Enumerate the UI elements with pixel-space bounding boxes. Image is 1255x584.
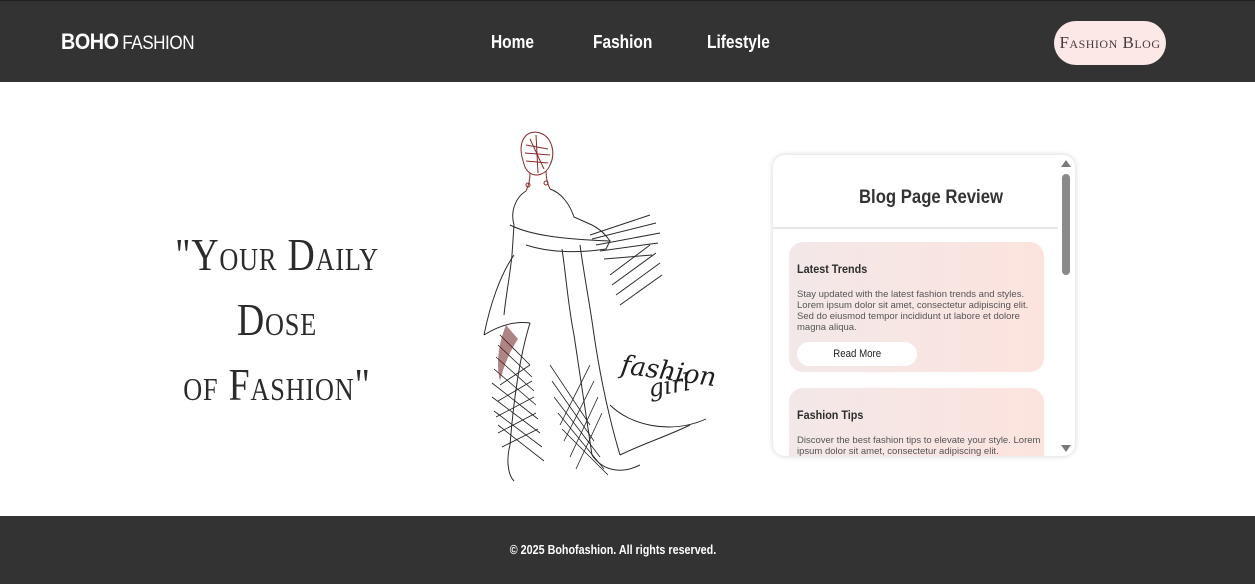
sketch-body	[483, 188, 691, 482]
nav-fashion-link[interactable]: Fashion	[593, 32, 652, 53]
nav-lifestyle-link[interactable]: Lifestyle	[707, 32, 770, 53]
scroll-down-arrow-icon[interactable]	[1061, 445, 1071, 452]
card-text: Discover the best fashion tips to elevat…	[797, 435, 1041, 456]
scroll-up-arrow-icon[interactable]	[1061, 160, 1071, 167]
sketch-skirt-hatching	[491, 334, 609, 476]
blog-card: Fashion Tips Discover the best fashion t…	[789, 388, 1044, 456]
panel-title: Blog Page Review	[858, 187, 1004, 208]
scroll-thumb[interactable]	[1062, 174, 1070, 275]
panel-scrollbar[interactable]	[1059, 157, 1073, 455]
hero-quote-line-1: "Your Daily Dose	[175, 229, 379, 345]
fashion-sketch-illustration: fashion girl	[483, 131, 718, 482]
sketch-head	[520, 131, 554, 192]
sketch-caption-line-2: girl	[646, 368, 692, 403]
read-more-label: Read More	[833, 348, 881, 360]
blog-card: Latest Trends Stay updated with the late…	[789, 242, 1044, 372]
nav-home-link[interactable]: Home	[491, 32, 534, 53]
fashion-blog-button[interactable]: Fashion Blog	[1054, 21, 1166, 65]
card-text: Stay updated with the latest fashion tre…	[797, 289, 1029, 333]
hero-quote: "Your Daily Dose of Fashion"	[148, 222, 405, 417]
card-title: Fashion Tips	[797, 408, 864, 422]
site-header: BOHO FASHION Home Fashion Lifestyle Fashi…	[0, 0, 1255, 82]
read-more-button[interactable]: Read More	[797, 342, 917, 366]
sketch-shadow	[498, 325, 518, 381]
footer-copyright: © 2025 Bohofashion. All rights reserved.	[509, 543, 717, 557]
sketch-caption-swash	[609, 404, 707, 428]
card-title: Latest Trends	[797, 262, 868, 276]
site-footer: © 2025 Bohofashion. All rights reserved.	[0, 516, 1255, 584]
hero-quote-line-2: of Fashion"	[183, 359, 371, 410]
blog-review-panel[interactable]: Blog Page Review Latest Trends Stay upda…	[773, 155, 1075, 456]
panel-divider	[773, 227, 1058, 229]
